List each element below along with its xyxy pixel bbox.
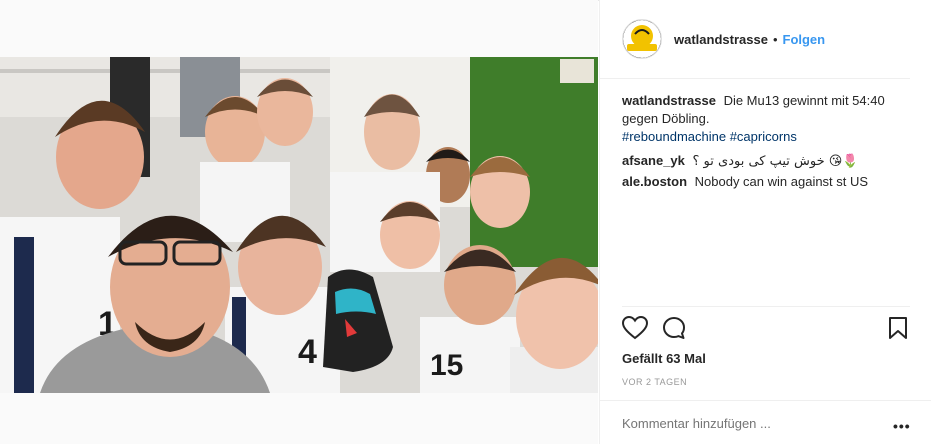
capricorns-logo-icon	[623, 20, 661, 58]
post-username[interactable]: watlandstrasse	[674, 32, 768, 47]
more-options-icon[interactable]: •••	[893, 418, 911, 434]
action-bar	[621, 315, 910, 343]
bookmark-icon[interactable]	[888, 316, 908, 343]
caption: watlandstrasse Die Mu13 gewinnt mit 54:4…	[622, 92, 910, 146]
comment-text: خوش تیپ کی بودی تو ؟ 😘🌷	[692, 154, 859, 169]
comment-item: ale.boston Nobody can win against st US	[622, 173, 910, 191]
caption-username[interactable]: watlandstrasse	[622, 93, 716, 108]
hashtag-link[interactable]: #reboundmachine	[622, 129, 726, 144]
post-timestamp[interactable]: VOR 2 TAGEN	[622, 377, 687, 387]
comment-username[interactable]: afsane_yk	[622, 153, 685, 168]
header-separator: •	[772, 31, 778, 47]
comment-text: Nobody can win against st US	[694, 174, 869, 189]
comment-username[interactable]: ale.boston	[622, 174, 687, 189]
avatar[interactable]	[622, 19, 662, 59]
comment-icon[interactable]	[662, 316, 686, 343]
add-comment-input[interactable]	[622, 416, 872, 431]
jersey-number: 4	[298, 333, 317, 371]
add-comment-divider	[600, 400, 931, 401]
comments-list: watlandstrasse Die Mu13 gewinnt mit 54:4…	[622, 92, 910, 197]
heart-icon[interactable]	[621, 315, 649, 343]
post-photo[interactable]: 1 4 15	[0, 57, 598, 393]
follow-button[interactable]: Folgen	[783, 32, 826, 47]
hashtag-link[interactable]: #capricorns	[730, 129, 797, 144]
photo-container: 1 4 15	[0, 0, 598, 444]
comment-item: afsane_yk خوش تیپ کی بودی تو ؟ 😘🌷	[622, 152, 910, 171]
likes-count[interactable]: Gefällt 63 Mal	[622, 351, 706, 366]
jersey-number: 15	[430, 349, 463, 382]
post-sidebar: watlandstrasse • Folgen watlandstrasse D…	[599, 0, 931, 444]
post-header: watlandstrasse • Folgen	[600, 0, 910, 79]
actions-divider	[622, 306, 910, 307]
